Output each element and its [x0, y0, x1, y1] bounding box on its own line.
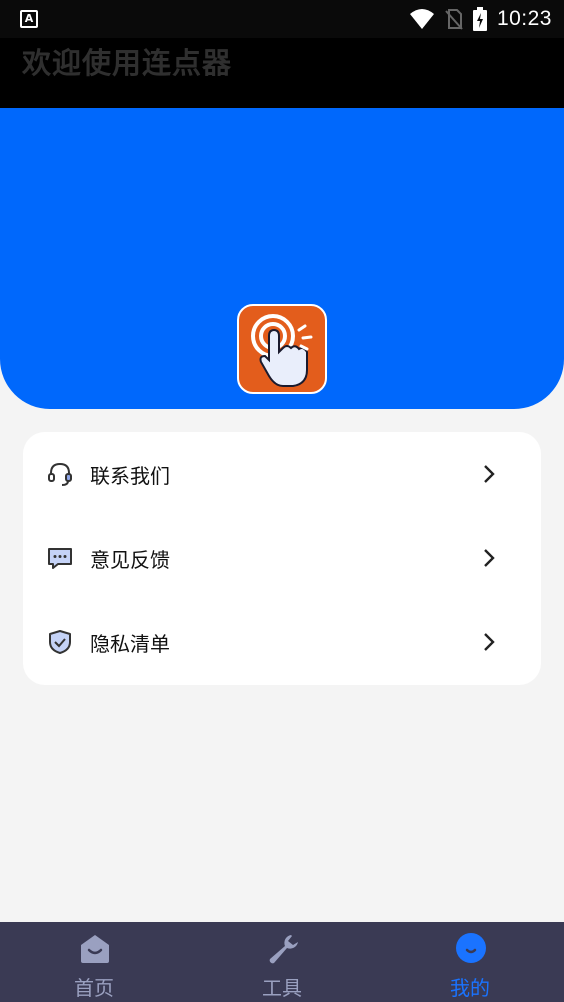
wrench-icon: [269, 935, 298, 964]
keyboard-a-icon: A: [20, 10, 38, 28]
nav-label-tools: 工具: [262, 976, 302, 1000]
chevron-right-icon: [484, 633, 495, 651]
bottom-nav: 首页 工具 我的: [0, 922, 564, 1002]
menu-item-privacy-list[interactable]: 隐私清单: [23, 600, 541, 684]
home-icon: [81, 935, 109, 963]
nav-label-home: 首页: [74, 976, 114, 1000]
menu-card: 联系我们 意见反馈 隐私清单: [23, 432, 541, 685]
nav-label-mine: 我的: [450, 976, 490, 1000]
no-sim-icon: [445, 9, 463, 30]
nav-item-home[interactable]: 首页: [0, 922, 188, 1002]
wifi-icon: [409, 9, 434, 29]
status-indicators: 10:23: [409, 0, 552, 38]
chevron-right-icon: [484, 549, 495, 567]
chevron-right-icon: [484, 465, 495, 483]
nav-item-mine[interactable]: 我的: [376, 922, 564, 1002]
page-title: 欢迎使用连点器: [22, 46, 233, 80]
profile-face-icon: [456, 933, 486, 963]
shield-check-icon: [49, 630, 71, 654]
menu-item-label: 意见反馈: [90, 547, 170, 572]
menu-item-label: 联系我们: [90, 463, 170, 488]
tap-hand-icon: [251, 314, 313, 387]
nav-item-tools[interactable]: 工具: [188, 922, 376, 1002]
menu-item-contact-us[interactable]: 联系我们: [23, 432, 541, 516]
header: 欢迎使用连点器: [0, 38, 564, 108]
app-logo: [237, 304, 327, 394]
status-bar: A 10:23: [0, 0, 564, 38]
chat-bubble-icon: [48, 548, 72, 569]
status-time: 10:23: [496, 7, 552, 30]
menu-item-label: 隐私清单: [90, 631, 170, 656]
battery-charging-icon: [472, 7, 487, 31]
headset-icon: [48, 462, 72, 486]
menu-item-feedback[interactable]: 意见反馈: [23, 516, 541, 600]
